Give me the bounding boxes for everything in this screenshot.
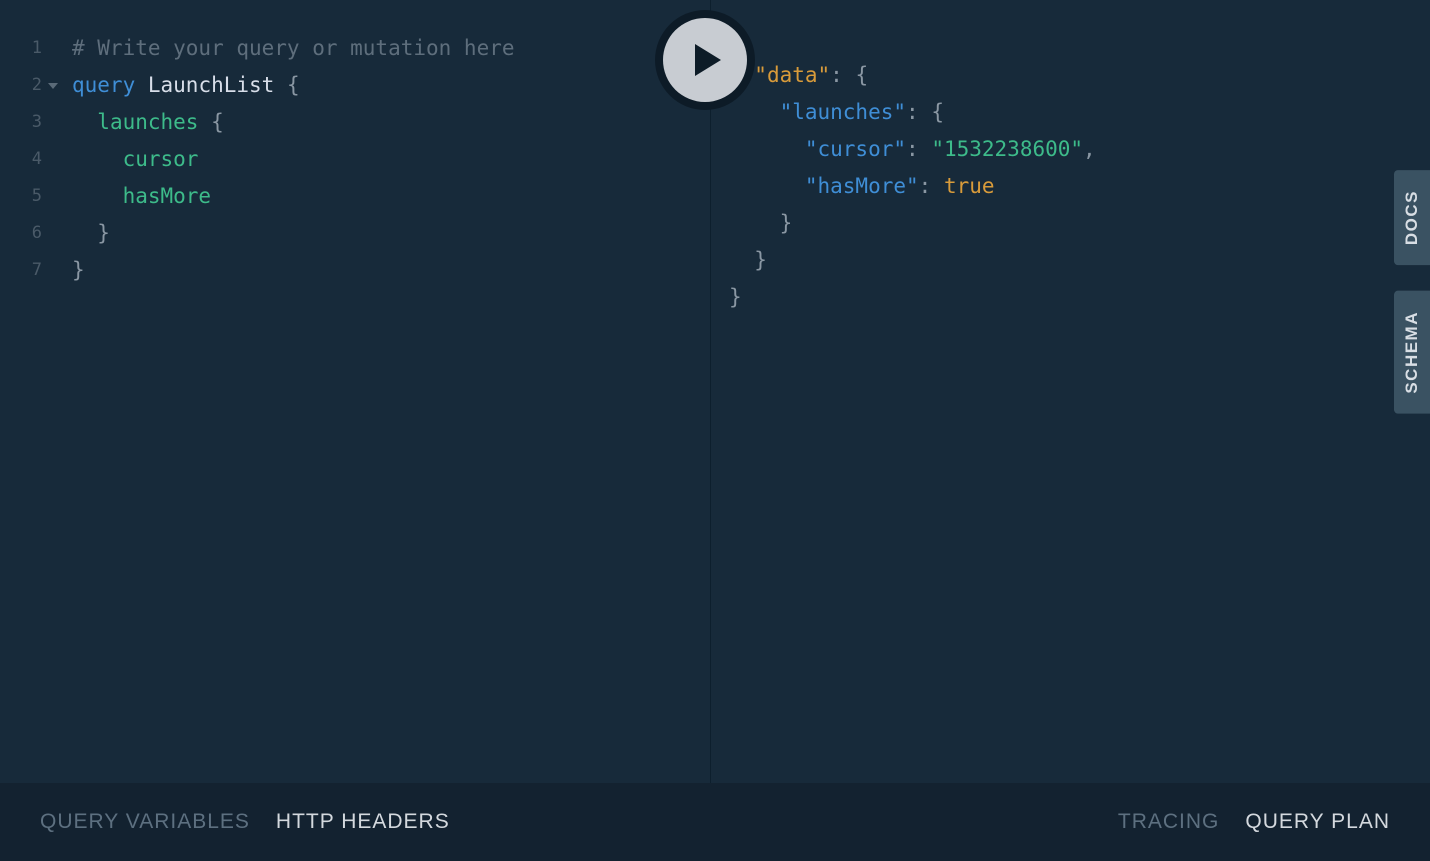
json-string: "1532238600" xyxy=(931,137,1083,161)
code-operation-name: LaunchList xyxy=(148,73,274,97)
json-brace: } xyxy=(729,285,742,309)
line-number: 4 xyxy=(0,141,60,178)
line-number: 3 xyxy=(0,104,60,141)
json-brace: } xyxy=(780,211,793,235)
line-number: 6 xyxy=(0,215,60,252)
json-comma: , xyxy=(1083,137,1096,161)
query-variables-tab[interactable]: QUERY VARIABLES xyxy=(40,810,250,834)
line-number: 2 xyxy=(0,67,60,104)
footer-left-tabs: QUERY VARIABLES HTTP HEADERS xyxy=(40,810,450,834)
json-key: "cursor" xyxy=(805,137,906,161)
result-json[interactable]: { "data": { "launches": { "cursor": "153… xyxy=(723,20,1430,316)
code-brace: { xyxy=(211,110,224,134)
json-brace: { xyxy=(855,63,868,87)
query-code[interactable]: # Write your query or mutation here quer… xyxy=(72,30,515,289)
line-number-gutter: 1 2 3 4 5 6 7 xyxy=(0,30,60,289)
play-icon-circle xyxy=(663,18,747,102)
json-colon: : xyxy=(830,63,843,87)
footer-right-tabs: TRACING QUERY PLAN xyxy=(1118,810,1390,834)
json-boolean: true xyxy=(944,174,995,198)
fold-arrow-icon[interactable] xyxy=(48,83,58,89)
json-colon: : xyxy=(919,174,932,198)
code-brace: { xyxy=(287,73,300,97)
line-number: 1 xyxy=(0,30,60,67)
json-colon: : xyxy=(906,137,919,161)
code-field: hasMore xyxy=(123,184,212,208)
query-plan-tab[interactable]: QUERY PLAN xyxy=(1245,810,1390,834)
query-editor-pane[interactable]: 1 2 3 4 5 6 7 # Write your query or muta… xyxy=(0,0,710,783)
code-comment: # Write your query or mutation here xyxy=(72,36,515,60)
play-icon xyxy=(695,44,721,76)
tracing-tab[interactable]: TRACING xyxy=(1118,810,1220,834)
footer-bar: QUERY VARIABLES HTTP HEADERS TRACING QUE… xyxy=(0,783,1430,861)
http-headers-tab[interactable]: HTTP HEADERS xyxy=(276,810,450,834)
json-brace: } xyxy=(754,248,767,272)
side-tabs: DOCS SCHEMA xyxy=(1394,170,1430,414)
result-pane: { "data": { "launches": { "cursor": "153… xyxy=(710,0,1430,783)
schema-tab[interactable]: SCHEMA xyxy=(1394,291,1430,414)
json-key: "hasMore" xyxy=(805,174,919,198)
code-brace: } xyxy=(72,258,85,282)
code-field: launches xyxy=(97,110,198,134)
json-key: "data" xyxy=(754,63,830,87)
main-area: 1 2 3 4 5 6 7 # Write your query or muta… xyxy=(0,0,1430,783)
execute-query-button[interactable] xyxy=(655,10,755,110)
code-field: cursor xyxy=(123,147,199,171)
json-key: "launches" xyxy=(780,100,906,124)
line-number: 5 xyxy=(0,178,60,215)
line-number: 7 xyxy=(0,252,60,289)
json-colon: : xyxy=(906,100,919,124)
json-brace: { xyxy=(931,100,944,124)
code-keyword: query xyxy=(72,73,135,97)
docs-tab[interactable]: DOCS xyxy=(1394,170,1430,265)
code-brace: } xyxy=(97,221,110,245)
graphql-playground: 1 2 3 4 5 6 7 # Write your query or muta… xyxy=(0,0,1430,861)
